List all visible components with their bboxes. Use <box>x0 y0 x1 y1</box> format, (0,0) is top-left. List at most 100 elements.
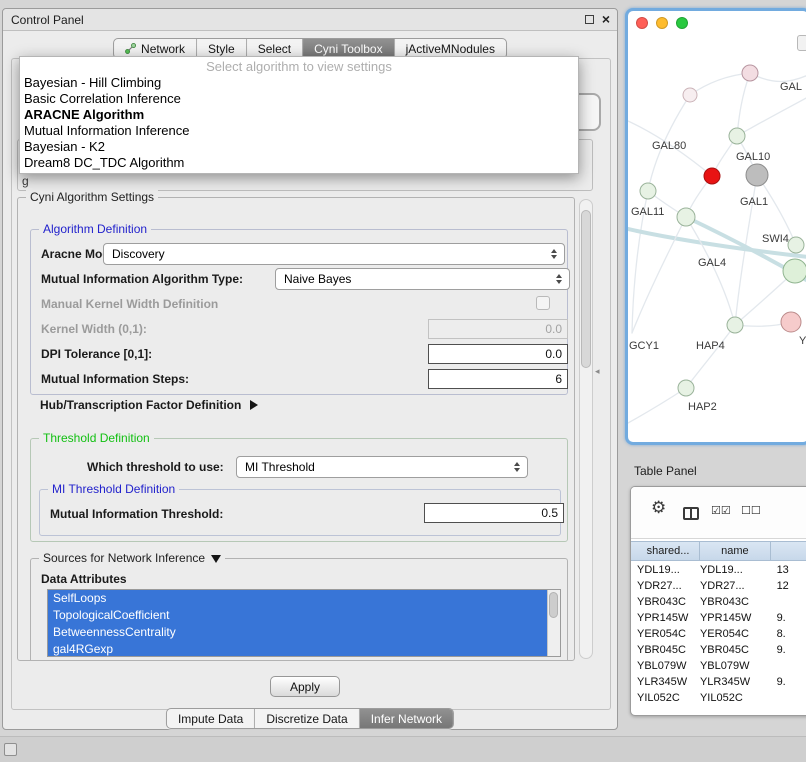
table-cell: 9. <box>771 612 806 624</box>
select-all-icon[interactable]: ☑☑ <box>711 504 731 517</box>
table-cell: YDL19... <box>637 564 700 576</box>
status-strip <box>0 736 806 762</box>
table-row[interactable]: YIL052CYIL052C <box>637 690 806 706</box>
network-node[interactable] <box>640 183 656 199</box>
manual-kernel-checkbox[interactable] <box>536 296 550 310</box>
panel-collapse-icon[interactable]: ◂ <box>595 366 600 377</box>
data-attribute-item-gal4rgexp[interactable]: gal4RGexp <box>48 641 547 657</box>
data-attribute-item-selfloops[interactable]: SelfLoops <box>48 590 547 607</box>
network-node[interactable] <box>742 65 758 81</box>
close-traffic-light[interactable] <box>636 17 648 29</box>
table-row[interactable]: YPR145WYPR145W9. <box>637 610 806 626</box>
settings-scrollbar-thumb[interactable] <box>581 210 591 368</box>
kernel-width-field[interactable]: 0.0 <box>428 319 568 339</box>
table-cell: YPR145W <box>637 612 700 624</box>
close-window-icon[interactable]: × <box>602 13 610 26</box>
data-attribute-item-betweennesscentrality[interactable]: BetweennessCentrality <box>48 624 547 641</box>
column-header-name[interactable]: name <box>700 542 771 560</box>
zoom-traffic-light[interactable] <box>676 17 688 29</box>
table-body: YDL19...YDL19...13YDR27...YDR27...12YBR0… <box>631 562 806 715</box>
columns-icon[interactable] <box>683 507 699 520</box>
table-cell: YBL079W <box>700 660 771 672</box>
network-node[interactable] <box>781 312 801 332</box>
attributes-list-scrollbar-thumb[interactable] <box>549 592 558 618</box>
table-cell: YBR045C <box>700 644 771 656</box>
table-row[interactable]: YBR043CYBR043C <box>637 594 806 610</box>
algorithm-option-bayesian-k2[interactable]: Bayesian - K2 <box>20 139 578 155</box>
aracne-mode-value: Discovery <box>112 247 542 261</box>
hub-section-toggle[interactable]: Hub/Transcription Factor Definition <box>40 398 258 412</box>
expand-arrow-icon <box>250 400 258 410</box>
network-node[interactable] <box>729 128 745 144</box>
network-node[interactable] <box>683 88 697 102</box>
table-row[interactable]: YBL079WYBL079W <box>637 658 806 674</box>
table-row[interactable]: YER054CYER054C8. <box>637 626 806 642</box>
combo-updown-icon <box>551 249 557 259</box>
network-node[interactable] <box>783 259 806 283</box>
table-cell: YER054C <box>637 628 700 640</box>
panel-toggle-icon[interactable] <box>4 743 17 756</box>
apply-button[interactable]: Apply <box>270 676 340 697</box>
minimize-traffic-light[interactable] <box>656 17 668 29</box>
node-label-gal: GAL <box>780 81 802 93</box>
algorithm-option-bayesian-hill-climbing[interactable]: Bayesian - Hill Climbing <box>20 75 578 91</box>
table-row[interactable]: YDR27...YDR27...12 <box>637 578 806 594</box>
mi-algorithm-type-select[interactable]: Naive Bayes <box>275 268 570 290</box>
sources-group: Sources for Network Inference Data Attri… <box>30 558 568 660</box>
bottom-tab-impute-data[interactable]: Impute Data <box>167 709 255 728</box>
bottom-tab-label: Infer Network <box>371 712 442 726</box>
sources-title[interactable]: Sources for Network Inference <box>39 551 225 565</box>
algorithm-definition-group: Algorithm Definition Aracne Mode: Discov… <box>30 229 568 395</box>
dpi-tolerance-field[interactable]: 0.0 <box>428 344 568 364</box>
algorithm-option-dream8-dc-tdc-algorithm[interactable]: Dream8 DC_TDC Algorithm <box>20 155 578 171</box>
network-edge[interactable] <box>690 73 750 95</box>
settings-scrollbar[interactable] <box>579 199 593 659</box>
network-edge[interactable] <box>737 97 806 136</box>
settings-group-title: Cyni Algorithm Settings <box>26 190 158 204</box>
network-edge[interactable] <box>686 325 735 388</box>
tab-label: Cyni Toolbox <box>314 42 382 56</box>
table-row[interactable]: YDL19...YDL19...13 <box>637 562 806 578</box>
table-cell: YLR345W <box>637 676 700 688</box>
table-row[interactable]: YLR345WYLR345W9. <box>637 674 806 690</box>
algorithm-option-mutual-information-inference[interactable]: Mutual Information Inference <box>20 123 578 139</box>
bottom-tab-infer-network[interactable]: Infer Network <box>360 709 453 728</box>
network-edge[interactable] <box>737 73 750 136</box>
bottom-tab-discretize-data[interactable]: Discretize Data <box>255 709 359 728</box>
kernel-width-value: 0.0 <box>545 322 562 336</box>
table-cell: YBR045C <box>637 644 700 656</box>
table-row[interactable]: YBR045CYBR045C9. <box>637 642 806 658</box>
data-attribute-item-topologicalcoefficient[interactable]: TopologicalCoefficient <box>48 607 547 624</box>
node-label-gal1: GAL1 <box>740 196 768 208</box>
deselect-all-icon[interactable]: ☐☐ <box>741 504 761 517</box>
network-node[interactable] <box>746 164 768 186</box>
column-header-2[interactable] <box>771 542 806 560</box>
mi-threshold-field[interactable]: 0.5 <box>424 503 564 523</box>
network-edge[interactable] <box>628 388 686 423</box>
table-cell: YDL19... <box>700 564 771 576</box>
network-scrollbar-thumb[interactable] <box>797 35 806 51</box>
gear-icon[interactable]: ⚙ <box>651 498 666 518</box>
hub-section-label: Hub/Transcription Factor Definition <box>40 398 241 412</box>
network-node[interactable] <box>677 208 695 226</box>
network-canvas[interactable]: GALGAL80GAL10GAL1GAL11SWI4GAL4GCY1HAP4YH… <box>628 33 806 439</box>
node-label-gal80: GAL80 <box>652 140 686 152</box>
node-label-gal4: GAL4 <box>698 257 726 269</box>
table-cell: YER054C <box>700 628 771 640</box>
algorithm-option-aracne-algorithm[interactable]: ARACNE Algorithm <box>20 107 578 123</box>
mi-steps-value: 6 <box>555 372 562 386</box>
float-window-icon[interactable] <box>585 15 594 24</box>
network-node[interactable] <box>727 317 743 333</box>
network-edge[interactable] <box>686 217 735 325</box>
algorithm-option-basic-correlation-inference[interactable]: Basic Correlation Inference <box>20 91 578 107</box>
network-node[interactable] <box>788 237 804 253</box>
which-threshold-select[interactable]: MI Threshold <box>236 456 528 478</box>
mi-steps-field[interactable]: 6 <box>428 369 568 389</box>
aracne-mode-select[interactable]: Discovery <box>103 243 565 265</box>
column-header-shared[interactable]: shared... <box>637 542 700 560</box>
attributes-list-scrollbar[interactable] <box>547 590 560 656</box>
network-node[interactable] <box>678 380 694 396</box>
network-node[interactable] <box>704 168 720 184</box>
threshold-definition-group: Threshold Definition Which threshold to … <box>30 438 568 542</box>
tab-label: Style <box>208 42 235 56</box>
